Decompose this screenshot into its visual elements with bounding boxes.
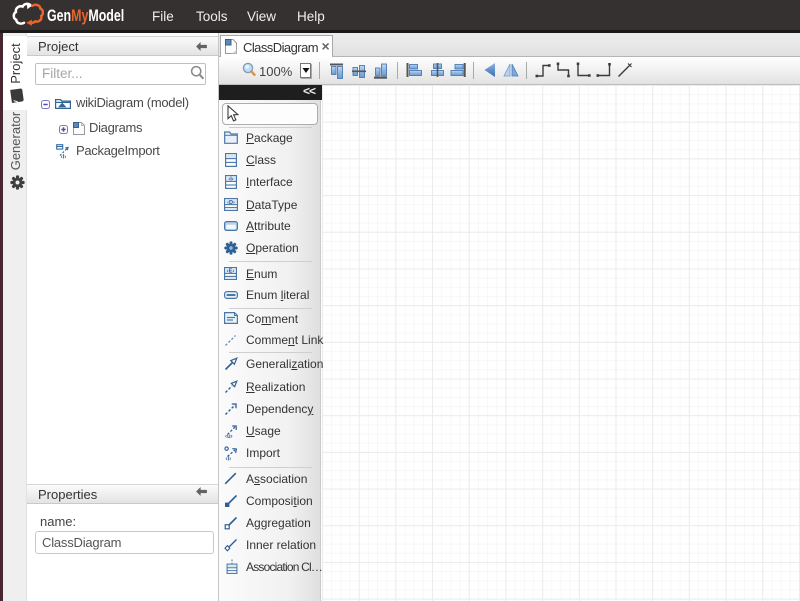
svg-text:‹I›: ‹I› <box>226 456 232 461</box>
svg-text:‹u›: ‹u› <box>225 434 233 439</box>
svg-text:‹I›: ‹I› <box>61 155 67 159</box>
